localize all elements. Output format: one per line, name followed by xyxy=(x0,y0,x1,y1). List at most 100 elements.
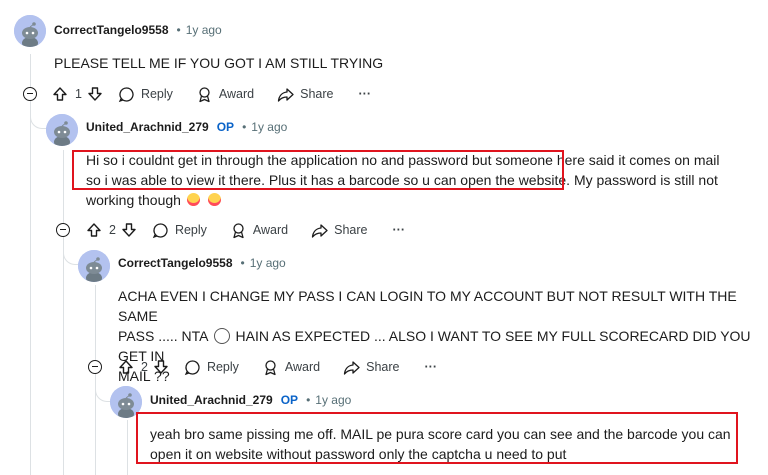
snoo-avatar-icon xyxy=(78,250,110,282)
share-button[interactable]: Share xyxy=(277,86,334,103)
avatar[interactable] xyxy=(14,15,46,47)
timestamp[interactable]: 1y ago xyxy=(251,120,287,134)
reply-icon xyxy=(152,222,168,238)
comment-line: yeah bro same pissing me off. MAIL pe pu… xyxy=(150,426,731,442)
share-label: Share xyxy=(334,223,368,237)
upvote-button[interactable] xyxy=(118,359,134,375)
share-button[interactable]: Share xyxy=(311,222,368,239)
award-icon xyxy=(199,86,210,102)
more-options-icon: ··· xyxy=(358,87,372,101)
reply-icon xyxy=(118,86,134,102)
avatar[interactable] xyxy=(110,386,142,418)
downvote-icon xyxy=(88,87,102,101)
share-icon xyxy=(311,223,328,238)
upvote-button[interactable] xyxy=(52,86,68,102)
award-button[interactable]: Award xyxy=(262,359,320,376)
comment-line: open it on website without password only… xyxy=(150,446,567,462)
snoo-avatar-icon xyxy=(110,386,142,418)
upvote-button[interactable] xyxy=(86,222,102,238)
reply-label: Reply xyxy=(206,360,239,374)
comment-meta: United_Arachnid_279 OP • 1y ago xyxy=(150,393,351,407)
op-badge: OP xyxy=(280,393,299,407)
award-label: Award xyxy=(218,87,255,101)
comment-action-bar: 2 Reply Award Share ··· xyxy=(86,219,405,241)
more-options-button[interactable]: ··· xyxy=(425,360,438,374)
upvote-icon xyxy=(53,87,67,101)
separator-dot: • xyxy=(242,120,247,134)
reply-button[interactable]: Reply xyxy=(184,359,239,376)
author-name[interactable]: United_Arachnid_279 xyxy=(150,393,273,407)
comment-line: working though xyxy=(86,190,746,210)
reply-button[interactable]: Reply xyxy=(152,222,207,239)
vote-count: 2 xyxy=(141,360,148,374)
comment-action-bar: 2 Reply Award Share ··· xyxy=(118,356,437,378)
upvote-icon xyxy=(87,223,101,237)
more-options-icon: ··· xyxy=(392,223,406,237)
share-label: Share xyxy=(366,360,400,374)
timestamp[interactable]: 1y ago xyxy=(250,256,286,270)
downvote-button[interactable] xyxy=(87,86,103,102)
separator-dot: • xyxy=(306,393,311,407)
share-button[interactable]: Share xyxy=(343,359,400,376)
snoo-avatar-icon xyxy=(46,114,78,146)
comment-text: PASS ..... NTA xyxy=(118,328,208,344)
award-icon xyxy=(233,222,244,238)
downvote-button[interactable] xyxy=(121,222,137,238)
award-button[interactable]: Award xyxy=(230,222,288,239)
upvote-icon xyxy=(119,360,133,374)
vote-count: 1 xyxy=(75,87,82,101)
comment-line: so i was able to view it there. Plus it … xyxy=(86,170,746,190)
vote-count: 2 xyxy=(109,223,116,237)
collapse-thread-button[interactable] xyxy=(88,360,102,374)
comment-line: Hi so i couldnt get in through the appli… xyxy=(86,152,720,168)
comment-meta: United_Arachnid_279 OP • 1y ago xyxy=(86,120,287,134)
timestamp[interactable]: 1y ago xyxy=(315,393,351,407)
reply-label: Reply xyxy=(174,223,207,237)
comment-action-bar: 1 Reply Award Share ··· xyxy=(52,83,371,105)
more-options-button[interactable]: ··· xyxy=(359,87,372,101)
thread-branch xyxy=(30,104,47,129)
share-icon xyxy=(277,87,294,102)
more-options-icon: ··· xyxy=(424,360,438,374)
comment-text: so i was able to view it there. Plus it … xyxy=(86,172,571,188)
snoo-avatar-icon xyxy=(14,15,46,47)
thread-line xyxy=(63,150,64,475)
avatar[interactable] xyxy=(78,250,110,282)
comment-body: PLEASE TELL ME IF YOU GOT I AM STILL TRY… xyxy=(54,55,384,71)
op-badge: OP xyxy=(216,120,235,134)
comment-body: Hi so i couldnt get in through the appli… xyxy=(86,150,746,210)
collapse-thread-button[interactable] xyxy=(23,87,37,101)
collapse-thread-button[interactable] xyxy=(56,223,70,237)
more-options-button[interactable]: ··· xyxy=(393,223,406,237)
thread-branch xyxy=(63,240,80,265)
award-label: Award xyxy=(284,360,321,374)
reply-label: Reply xyxy=(140,87,173,101)
award-icon xyxy=(265,359,276,375)
crying-emoji-icon xyxy=(186,193,200,206)
share-icon xyxy=(343,360,360,375)
thread-line xyxy=(127,420,128,475)
separator-dot: • xyxy=(176,23,181,37)
author-name[interactable]: CorrectTangelo9558 xyxy=(118,256,233,270)
avatar[interactable] xyxy=(46,114,78,146)
author-name[interactable]: CorrectTangelo9558 xyxy=(54,23,169,37)
comment-meta: CorrectTangelo9558 • 1y ago xyxy=(118,256,286,270)
downvote-icon xyxy=(122,223,136,237)
comment-line: ACHA EVEN I CHANGE MY PASS I CAN LOGIN T… xyxy=(118,288,737,324)
reply-icon xyxy=(184,359,200,375)
award-button[interactable]: Award xyxy=(196,86,254,103)
comment-meta: CorrectTangelo9558 • 1y ago xyxy=(54,23,222,37)
timestamp[interactable]: 1y ago xyxy=(186,23,222,37)
comment-text: My password is still not xyxy=(570,172,718,188)
downvote-button[interactable] xyxy=(153,359,169,375)
author-name[interactable]: United_Arachnid_279 xyxy=(86,120,209,134)
award-label: Award xyxy=(252,223,289,237)
comment-text: working though xyxy=(86,192,181,208)
separator-dot: • xyxy=(240,256,245,270)
share-label: Share xyxy=(300,87,334,101)
reply-button[interactable]: Reply xyxy=(118,86,173,103)
skull-emoji-icon xyxy=(213,328,230,344)
crying-emoji-icon xyxy=(207,193,221,206)
downvote-icon xyxy=(154,360,168,374)
comment-body: yeah bro same pissing me off. MAIL pe pu… xyxy=(150,424,750,464)
